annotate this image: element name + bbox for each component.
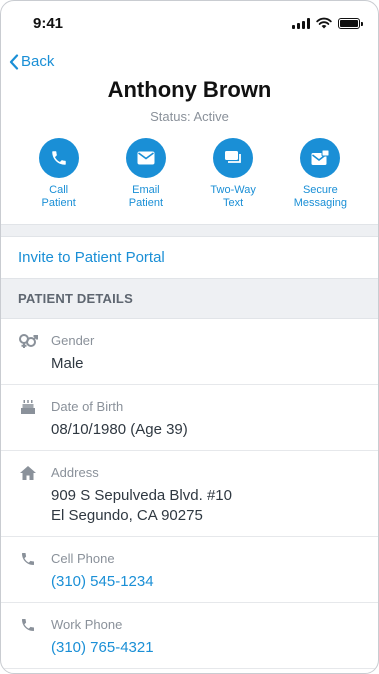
phone-icon (1, 551, 51, 592)
chat-icon (213, 138, 254, 178)
work-phone-row: Work Phone (310) 765-4321 (1, 603, 378, 669)
patient-details-header: PATIENT DETAILS (1, 279, 378, 319)
email-patient-button[interactable]: Email Patient (106, 138, 186, 210)
two-way-text-label: Two-Way Text (210, 184, 256, 209)
page-title: Anthony Brown (107, 77, 272, 102)
battery-icon (338, 17, 363, 29)
work-phone-label: Work Phone (51, 617, 123, 632)
secure-message-icon (300, 138, 341, 178)
address-line2: El Segundo, CA 90275 (51, 507, 203, 524)
signal-icon (292, 17, 310, 29)
phone-icon (38, 138, 79, 178)
dob-value: 08/10/1980 (Age 39) (51, 421, 188, 438)
secure-messaging-label: Secure Messaging (293, 184, 347, 209)
chevron-left-icon (9, 53, 19, 70)
invite-portal-row[interactable]: Invite to Patient Portal (1, 237, 378, 279)
cell-phone-label: Cell Phone (51, 551, 115, 566)
status-bar: 9:41 (1, 1, 378, 45)
status-icons (292, 17, 363, 29)
address-line1: 909 S Sepulveda Blvd. #10 (51, 487, 232, 504)
action-bar: Call Patient Email Patient Two-Way Text … (1, 124, 378, 210)
home-icon (1, 465, 51, 526)
call-patient-button[interactable]: Call Patient (19, 138, 99, 210)
email-icon (125, 138, 166, 178)
address-row: Address 909 S Sepulveda Blvd. #10 El Seg… (1, 451, 378, 537)
header: Back Anthony Brown Status: Active (1, 45, 378, 124)
two-way-text-button[interactable]: Two-Way Text (193, 138, 273, 210)
section-divider (1, 224, 378, 237)
dob-label: Date of Birth (51, 399, 124, 414)
cell-phone-row: Cell Phone (310) 545-1234 (1, 537, 378, 603)
address-label: Address (51, 465, 99, 480)
gender-icon (1, 333, 51, 374)
work-phone-link[interactable]: (310) 765-4321 (51, 638, 378, 658)
phone-icon (1, 617, 51, 658)
back-label: Back (21, 53, 55, 70)
birthday-cake-icon (1, 399, 51, 440)
cell-phone-link[interactable]: (310) 545-1234 (51, 572, 378, 592)
phone-screen: 9:41 Back Anthony Brown Status: Active C… (0, 0, 379, 674)
secure-messaging-button[interactable]: Secure Messaging (280, 138, 360, 210)
back-button[interactable]: Back (9, 53, 54, 70)
wifi-icon (316, 17, 332, 29)
invite-portal-link[interactable]: Invite to Patient Portal (18, 249, 165, 266)
status-time: 9:41 (33, 14, 64, 32)
gender-row: Gender Male (1, 319, 378, 385)
address-value: 909 S Sepulveda Blvd. #10 El Segundo, CA… (51, 486, 378, 526)
gender-label: Gender (51, 333, 95, 348)
email-patient-label: Email Patient (128, 184, 163, 209)
gender-value: Male (51, 355, 84, 372)
dob-row: Date of Birth 08/10/1980 (Age 39) (1, 385, 378, 451)
call-patient-label: Call Patient (41, 184, 76, 209)
status-text: Status: Active (150, 109, 229, 124)
